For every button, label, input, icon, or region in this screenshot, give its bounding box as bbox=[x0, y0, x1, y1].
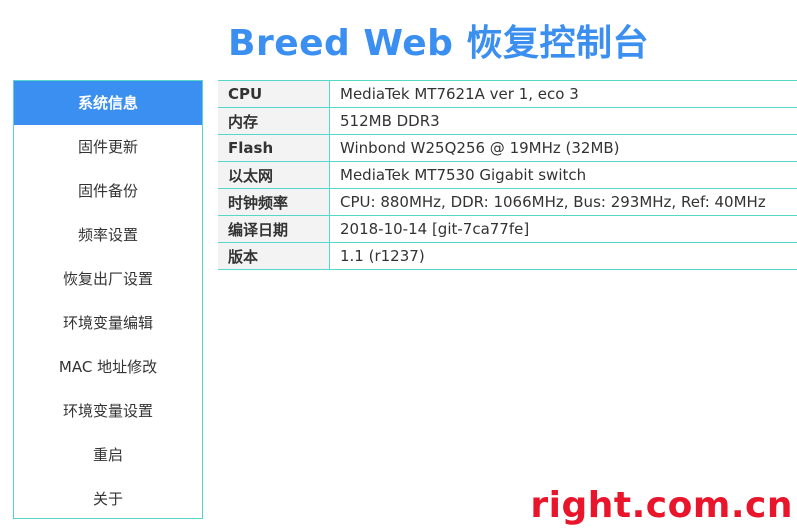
sidebar-item-frequency-settings[interactable]: 频率设置 bbox=[14, 213, 202, 257]
sidebar-item-env-settings[interactable]: 环境变量设置 bbox=[14, 389, 202, 433]
watermark-text: right.com.cn bbox=[530, 485, 793, 526]
row-value: CPU: 880MHz, DDR: 1066MHz, Bus: 293MHz, … bbox=[329, 188, 797, 216]
row-value: 1.1 (r1237) bbox=[329, 242, 797, 270]
page-title: Breed Web 恢复控制台 bbox=[228, 23, 649, 64]
row-key: 编译日期 bbox=[218, 215, 330, 243]
system-info-table: CPU MediaTek MT7621A ver 1, eco 3 内存 512… bbox=[218, 80, 797, 270]
sidebar-item-system-info[interactable]: 系统信息 bbox=[14, 81, 202, 125]
row-key: 内存 bbox=[218, 107, 330, 135]
row-value: MediaTek MT7530 Gigabit switch bbox=[329, 161, 797, 189]
sidebar-item-firmware-backup[interactable]: 固件备份 bbox=[14, 169, 202, 213]
row-key: 时钟频率 bbox=[218, 188, 330, 216]
sidebar-item-factory-reset[interactable]: 恢复出厂设置 bbox=[14, 257, 202, 301]
table-row: Flash Winbond W25Q256 @ 19MHz (32MB) bbox=[218, 134, 797, 162]
row-value: MediaTek MT7621A ver 1, eco 3 bbox=[340, 85, 579, 103]
page: Breed Web 恢复控制台 系统信息 固件更新 固件备份 频率设置 恢复出厂… bbox=[0, 0, 797, 532]
table-row: 内存 512MB DDR3 bbox=[218, 107, 797, 135]
row-key: CPU bbox=[218, 80, 330, 108]
sidebar-item-reboot[interactable]: 重启 bbox=[14, 433, 202, 477]
row-value: 512MB DDR3 bbox=[329, 107, 797, 135]
row-key: 以太网 bbox=[218, 161, 330, 189]
row-key: 版本 bbox=[218, 242, 330, 270]
row-value: Winbond W25Q256 @ 19MHz (32MB) bbox=[329, 134, 797, 162]
table-row: 编译日期 2018-10-14 [git-7ca77fe] bbox=[218, 215, 797, 243]
table-row: 以太网 MediaTek MT7530 Gigabit switch bbox=[218, 161, 797, 189]
sidebar-item-env-edit[interactable]: 环境变量编辑 bbox=[14, 301, 202, 345]
table-row: 时钟频率 CPU: 880MHz, DDR: 1066MHz, Bus: 293… bbox=[218, 188, 797, 216]
sidebar-item-about[interactable]: 关于 bbox=[14, 477, 202, 521]
sidebar-nav: 系统信息 固件更新 固件备份 频率设置 恢复出厂设置 环境变量编辑 MAC 地址… bbox=[13, 80, 203, 519]
sidebar-item-mac-address[interactable]: MAC 地址修改 bbox=[14, 345, 202, 389]
sidebar-item-firmware-update[interactable]: 固件更新 bbox=[14, 125, 202, 169]
table-row: CPU MediaTek MT7621A ver 1, eco 3 bbox=[218, 80, 797, 108]
table-row: 版本 1.1 (r1237) bbox=[218, 242, 797, 270]
row-value: 2018-10-14 [git-7ca77fe] bbox=[329, 215, 797, 243]
row-key: Flash bbox=[218, 134, 330, 162]
